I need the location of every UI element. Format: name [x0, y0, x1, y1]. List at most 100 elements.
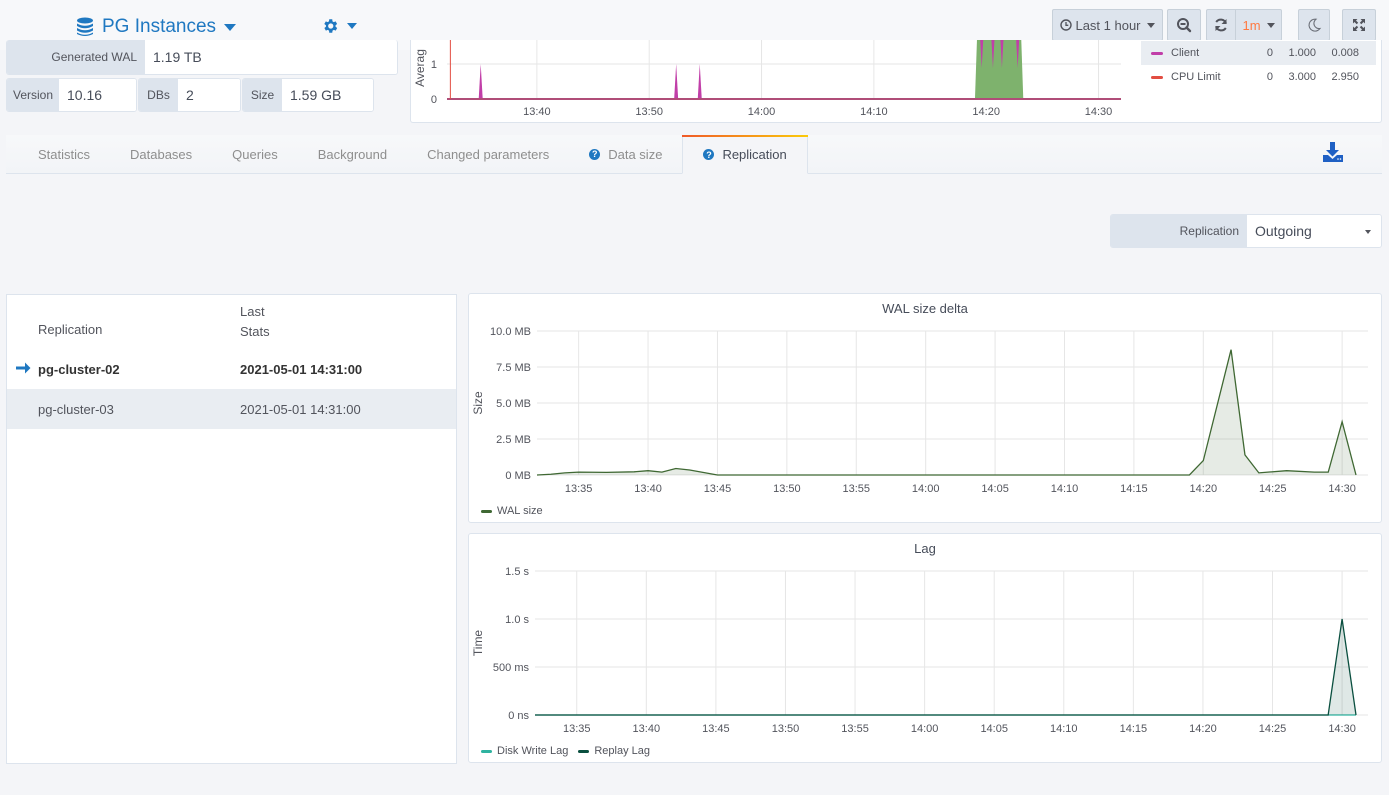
- time-range-label: Last 1 hour: [1075, 17, 1141, 33]
- x-tick-label: 14:10: [860, 106, 888, 118]
- legend-item-wal-size[interactable]: WAL size: [481, 505, 543, 517]
- version-stat: Version 10.16: [6, 78, 137, 112]
- tab-label: Replication: [722, 147, 787, 162]
- tab-databases[interactable]: Databases: [110, 135, 212, 173]
- lag-chart[interactable]: 0 ns 500 ms 1.0 s 1.5 s 13:35 13:40 13:45 13:50…: [469, 534, 1383, 764]
- header-line: Last: [240, 304, 265, 319]
- y-tick-label: 1.5 s: [505, 566, 529, 578]
- dashboard-title: PG Instances: [102, 16, 217, 37]
- stat-value: 10.16: [59, 79, 136, 111]
- legend-max: 1.000: [1288, 47, 1316, 59]
- x-tick-label: 14:30: [1085, 106, 1113, 118]
- stat-label: DBs: [139, 79, 178, 111]
- tab-queries[interactable]: Queries: [212, 135, 298, 173]
- stat-value: 1.19 TB: [145, 40, 397, 74]
- y-axis-label: Averag: [413, 49, 427, 87]
- y-tick-label: 0 MB: [505, 470, 531, 482]
- column-header-last-stats[interactable]: Last Stats: [240, 302, 270, 342]
- time-range-picker[interactable]: Last 1 hour: [1052, 9, 1163, 41]
- refresh-group: 1m: [1206, 9, 1282, 41]
- download-button[interactable]: [1322, 141, 1344, 168]
- refresh-interval-picker[interactable]: 1m: [1236, 9, 1282, 41]
- stat-value: 2: [178, 79, 240, 111]
- tab-label: Statistics: [38, 146, 91, 162]
- legend-label: WAL size: [497, 505, 543, 517]
- x-tick-label: 13:55: [841, 723, 869, 735]
- x-tick-label: 14:30: [1328, 483, 1356, 495]
- x-tick-label: 14:15: [1120, 483, 1148, 495]
- y-axis-label: Size: [471, 391, 485, 415]
- refresh-icon: [1215, 18, 1227, 32]
- settings-menu-button[interactable]: [321, 17, 357, 35]
- last-stats: 2021-05-01 14:31:00: [240, 401, 361, 417]
- y-tick-label: 0: [431, 94, 437, 106]
- legend-item-replay-lag[interactable]: Replay Lag: [578, 745, 650, 757]
- dashboard-picker[interactable]: PG Instances: [76, 16, 237, 38]
- y-tick-label: 1.0 s: [505, 614, 529, 626]
- x-tick-label: 13:55: [843, 483, 871, 495]
- chevron-down-icon: [224, 23, 237, 31]
- tab-statistics[interactable]: Statistics: [6, 135, 110, 173]
- question-circle-icon: ?: [703, 149, 715, 160]
- column-header-replication[interactable]: Replication: [38, 322, 102, 337]
- chevron-down-icon: [1266, 22, 1275, 28]
- x-tick-label: 13:40: [633, 723, 661, 735]
- series-spike-client: [674, 64, 679, 99]
- tab-data-size[interactable]: ? Data size: [569, 135, 682, 173]
- y-tick-label: 10.0 MB: [490, 326, 531, 338]
- chevron-down-icon: [1146, 22, 1155, 28]
- wal-size-delta-chart[interactable]: 0 MB 2.5 MB 5.0 MB 7.5 MB 10.0 MB 13:35 13:40 1…: [469, 294, 1383, 524]
- table-row[interactable]: pg-cluster-03 2021-05-01 14:31:00: [7, 389, 456, 429]
- database-icon: [77, 17, 93, 36]
- generated-wal-stat: Generated WAL 1.19 TB: [6, 40, 398, 75]
- refresh-button[interactable]: [1206, 9, 1236, 41]
- x-tick-label: 13:45: [702, 723, 730, 735]
- y-tick-label: 0 ns: [508, 710, 529, 722]
- fullscreen-button[interactable]: [1342, 9, 1376, 41]
- legend-avg: 2.950: [1331, 71, 1359, 83]
- x-tick-label: 14:05: [980, 723, 1008, 735]
- x-tick-label: 13:35: [563, 723, 591, 735]
- download-icon: [1323, 142, 1343, 162]
- tab-label: Queries: [232, 146, 278, 162]
- chart-legend: Disk Write Lag Replay Lag: [481, 745, 660, 757]
- x-tick-label: 14:00: [911, 723, 939, 735]
- legend-item-disk-write-lag[interactable]: Disk Write Lag: [481, 745, 568, 757]
- legend-min: 0: [1266, 47, 1273, 59]
- stat-label: Size: [243, 79, 282, 111]
- theme-toggle-button[interactable]: [1298, 9, 1330, 41]
- chevron-down-icon: [347, 23, 357, 29]
- refresh-interval-label: 1m: [1242, 17, 1261, 33]
- x-tick-label: 13:35: [565, 483, 593, 495]
- tab-label: Data size: [608, 146, 663, 162]
- legend-swatch: [481, 749, 492, 753]
- tab-replication[interactable]: ? Replication: [682, 135, 809, 174]
- legend-swatch: [481, 509, 492, 513]
- replication-direction-dropdown[interactable]: Outgoing: [1247, 215, 1381, 247]
- y-axis-label: Time: [471, 630, 485, 657]
- tab-changed-parameters[interactable]: Changed parameters: [407, 135, 569, 173]
- header-line: Stats: [240, 324, 270, 339]
- legend-row-client[interactable]: Client 0 1.000 0.008: [1141, 41, 1376, 65]
- tab-label: Background: [317, 146, 388, 162]
- stat-label: Version: [7, 79, 59, 111]
- stat-value: 1.59 GB: [282, 79, 373, 111]
- x-tick-label: 14:10: [1050, 723, 1078, 735]
- x-tick-label: 14:15: [1120, 723, 1148, 735]
- legend-row-cpu-limit[interactable]: CPU Limit 0 3.000 2.950: [1141, 65, 1376, 89]
- legend-label: Replay Lag: [594, 745, 650, 757]
- x-tick-label: 13:50: [773, 483, 801, 495]
- replication-table: Replication Last Stats pg-cluster-02 202…: [6, 294, 457, 764]
- x-tick-label: 14:20: [1189, 723, 1217, 735]
- legend-avg: 0.008: [1331, 47, 1359, 59]
- x-tick-label: 14:25: [1259, 723, 1287, 735]
- x-tick-label: 13:50: [772, 723, 800, 735]
- zoom-out-button[interactable]: [1167, 9, 1201, 41]
- tab-background[interactable]: Background: [298, 135, 407, 173]
- wal-size-delta-panel: WAL size delta 0 MB 2.5 MB 5.0 MB 7.5 MB 10.…: [468, 293, 1382, 523]
- table-row[interactable]: pg-cluster-02 2021-05-01 14:31:00: [7, 349, 456, 389]
- tab-label: Databases: [130, 146, 193, 162]
- x-tick-label: 14:10: [1051, 483, 1079, 495]
- legend-max: 3.000: [1288, 71, 1316, 83]
- question-circle-icon: ?: [589, 148, 601, 160]
